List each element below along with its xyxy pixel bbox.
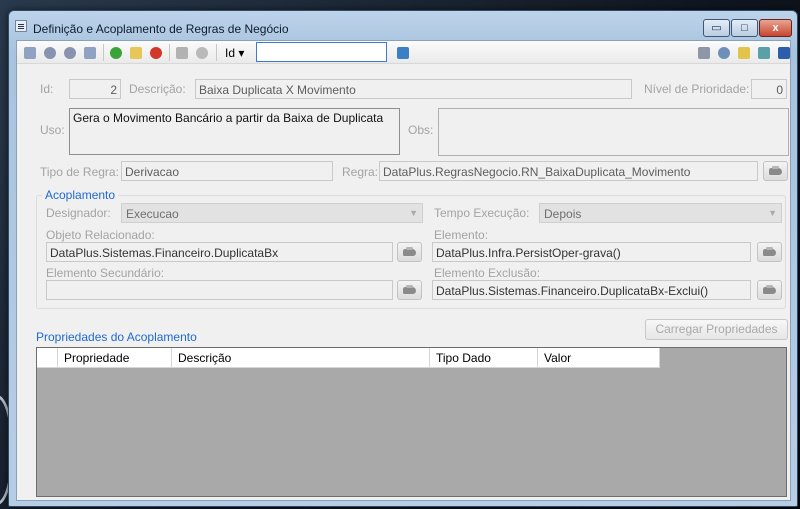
- descricao-field[interactable]: Baixa Duplicata X Movimento: [195, 79, 632, 99]
- elemento-label: Elemento:: [434, 228, 489, 242]
- objeto-lookup-button[interactable]: [397, 242, 422, 262]
- undo-icon[interactable]: [194, 45, 210, 61]
- edit-icon[interactable]: [128, 45, 144, 61]
- add-icon[interactable]: [108, 45, 124, 61]
- elemento-lookup-button[interactable]: [757, 242, 782, 262]
- first-record-icon[interactable]: [22, 45, 38, 61]
- designador-value: Execucao: [126, 207, 179, 221]
- toolbar-separator: [216, 44, 217, 61]
- tempo-execucao-select[interactable]: Depois ▼: [539, 203, 782, 223]
- chevron-down-icon: ▼: [768, 208, 777, 218]
- objeto-relacionado-field[interactable]: DataPlus.Sistemas.Financeiro.DuplicataBx: [46, 242, 393, 262]
- id-search-dropdown[interactable]: Id ▾: [225, 46, 244, 60]
- elemento-exclusao-field[interactable]: DataPlus.Sistemas.Financeiro.DuplicataBx…: [432, 280, 751, 300]
- minimize-button[interactable]: ▭: [703, 19, 730, 37]
- obs-textarea[interactable]: [438, 108, 789, 156]
- regra-lookup-button[interactable]: [763, 161, 788, 181]
- toolbar: Id ▾: [17, 41, 790, 64]
- tipo-regra-label: Tipo de Regra:: [40, 165, 119, 179]
- delete-icon[interactable]: [148, 45, 164, 61]
- app-window: Definição e Acoplamento de Regras de Neg…: [8, 10, 798, 507]
- toolbar-separator: [103, 44, 104, 61]
- designador-select[interactable]: Execucao ▼: [121, 203, 423, 223]
- grid-header: Propriedade Descrição Tipo Dado Valor: [37, 348, 660, 368]
- layout-icon[interactable]: [776, 45, 792, 61]
- carregar-propriedades-button[interactable]: Carregar Propriedades: [645, 319, 788, 340]
- regra-field[interactable]: DataPlus.RegrasNegocio.RN_BaixaDuplicata…: [379, 161, 758, 181]
- elemento-exclusao-label: Elemento Exclusão:: [434, 266, 541, 280]
- elemento-secundario-field[interactable]: [46, 280, 393, 300]
- chevron-down-icon: ▼: [409, 208, 418, 218]
- column-header-tipo-dado[interactable]: Tipo Dado: [430, 348, 538, 368]
- row-selector-header: [37, 348, 58, 368]
- save-icon[interactable]: [174, 45, 190, 61]
- last-record-icon[interactable]: [82, 45, 98, 61]
- elemento-secundario-lookup-button[interactable]: [397, 280, 422, 300]
- maximize-button[interactable]: □: [731, 19, 758, 37]
- search-grid-icon[interactable]: [395, 45, 411, 61]
- window-title: Definição e Acoplamento de Regras de Neg…: [33, 22, 289, 36]
- title-bar[interactable]: Definição e Acoplamento de Regras de Neg…: [9, 11, 797, 39]
- uso-textarea[interactable]: Gera o Movimento Bancário a partir da Ba…: [69, 108, 400, 155]
- tempo-execucao-value: Depois: [544, 207, 582, 221]
- prioridade-field[interactable]: 0: [751, 79, 787, 99]
- tempo-execucao-label: Tempo Execução:: [434, 206, 530, 220]
- toolbar-separator: [169, 44, 170, 61]
- settings-icon[interactable]: [716, 45, 732, 61]
- objeto-relacionado-label: Objeto Relacionado:: [46, 228, 155, 242]
- window-app-icon: [15, 20, 27, 32]
- tipo-regra-field[interactable]: Derivacao: [121, 161, 333, 181]
- acoplamento-title: Acoplamento: [42, 188, 119, 202]
- column-header-valor[interactable]: Valor: [538, 348, 660, 368]
- column-header-propriedade[interactable]: Propriedade: [58, 348, 172, 368]
- designador-label: Designador:: [46, 206, 111, 220]
- descricao-label: Descrição:: [129, 82, 186, 96]
- form-client-area: Id ▾ Id: 2 Descrição: Baixa Duplicata X …: [16, 40, 791, 501]
- column-header-descricao[interactable]: Descrição: [172, 348, 430, 368]
- regra-label: Regra:: [342, 165, 379, 179]
- previous-record-icon[interactable]: [42, 45, 58, 61]
- propriedades-title: Propriedades do Acoplamento: [36, 330, 197, 344]
- export-icon[interactable]: [756, 45, 772, 61]
- elemento-exclusao-lookup-button[interactable]: [757, 280, 782, 300]
- elemento-field[interactable]: DataPlus.Infra.PersistOper-grava(): [432, 242, 751, 262]
- prioridade-label: Nível de Prioridade:: [644, 82, 750, 96]
- propriedades-grid[interactable]: Propriedade Descrição Tipo Dado Valor: [36, 347, 787, 497]
- id-label: Id:: [40, 82, 54, 96]
- obs-label: Obs:: [408, 123, 434, 137]
- id-search-input[interactable]: [256, 42, 387, 62]
- id-field[interactable]: 2: [69, 79, 121, 99]
- uso-label: Uso:: [40, 123, 65, 137]
- close-button[interactable]: x: [759, 19, 792, 37]
- report-icon[interactable]: [696, 45, 712, 61]
- clipboard-icon[interactable]: [736, 45, 752, 61]
- elemento-secundario-label: Elemento Secundário:: [46, 266, 165, 280]
- next-record-icon[interactable]: [62, 45, 78, 61]
